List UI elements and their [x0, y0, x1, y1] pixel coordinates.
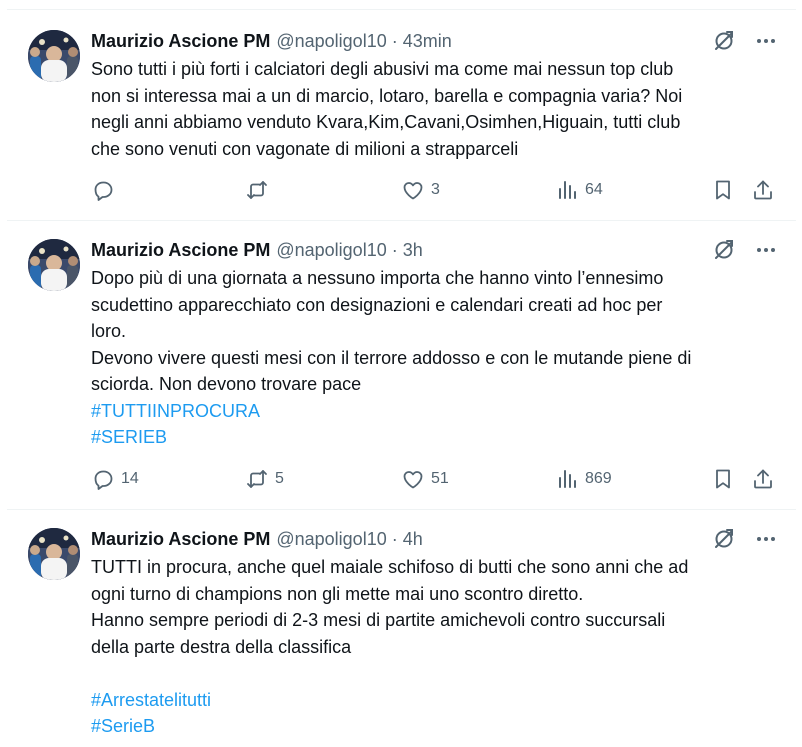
share-button[interactable]	[751, 177, 775, 203]
tweet-text-line: TUTTI in procura, anche quel maiale schi…	[91, 557, 689, 577]
reply-icon	[94, 470, 113, 490]
tweet-header: Maurizio Ascione PM @napoligol10 · 43min	[91, 29, 778, 53]
tweet-text: Sono tutti i più forti i calciatori degl…	[91, 56, 778, 162]
bookmark-button[interactable]	[711, 177, 735, 203]
header-icons	[712, 238, 778, 262]
tweet-text-line: negli anni abbiamo venduto Kvara,Kim,Cav…	[91, 112, 681, 132]
tweet-text-line: ogni turno di champions non gli mette ma…	[91, 583, 584, 604]
views-button[interactable]: 869	[555, 466, 612, 492]
grok-slash-icon[interactable]	[712, 238, 736, 262]
share-icon	[754, 469, 772, 489]
tweet[interactable]: Maurizio Ascione PM @napoligol10 · 3h Do…	[7, 221, 796, 510]
hashtag-link[interactable]: #Arrestatelitutti	[91, 687, 778, 714]
like-icon	[403, 182, 423, 200]
tweet-header: Maurizio Ascione PM @napoligol10 · 4h	[91, 527, 778, 551]
avatar[interactable]	[28, 30, 80, 82]
share-icon	[754, 180, 772, 200]
like-count: 51	[431, 470, 449, 487]
repost-button[interactable]	[245, 177, 275, 203]
reply-count: 14	[121, 470, 139, 487]
tweet-header: Maurizio Ascione PM @napoligol10 · 3h	[91, 238, 778, 262]
repost-count: 5	[275, 470, 284, 487]
grok-slash-icon[interactable]	[712, 527, 736, 551]
tweet-text-line: della parte destra della classifica	[91, 636, 352, 657]
like-button[interactable]: 3	[401, 177, 440, 203]
bookmark-icon	[716, 469, 730, 489]
like-icon	[403, 471, 423, 489]
header-icons	[712, 29, 778, 53]
more-icon[interactable]	[754, 527, 778, 551]
separator-dot: ·	[391, 31, 398, 51]
views-icon	[559, 181, 576, 199]
grok-slash-icon[interactable]	[712, 29, 736, 53]
author-handle[interactable]: @napoligol10	[276, 527, 386, 551]
reply-button[interactable]: 14	[91, 466, 139, 492]
author-name[interactable]: Maurizio Ascione PM	[91, 238, 270, 262]
share-button[interactable]	[751, 466, 775, 492]
tweet-text-line: non si interessa mai a un di marcio, lot…	[91, 85, 683, 106]
action-bar: 3 64	[91, 177, 778, 203]
hashtag-link[interactable]: #SerieB	[91, 713, 778, 740]
avatar[interactable]	[28, 528, 80, 580]
views-count: 64	[585, 181, 603, 198]
repost-icon	[247, 470, 267, 488]
more-icon[interactable]	[754, 29, 778, 53]
tweet-text-line: Devono vivere questi mesi con il terrore…	[91, 347, 692, 368]
hashtag-link[interactable]: #SERIEB	[91, 424, 778, 451]
tweet-text-line: Hanno sempre periodi di 2-3 mesi di part…	[91, 610, 666, 630]
previous-tweet-edge	[7, 0, 796, 10]
tweet-text: Dopo più di una giornata a nessuno impor…	[91, 265, 778, 451]
hashtag-link[interactable]: #TUTTIINPROCURA	[91, 398, 778, 425]
separator-dot: ·	[391, 240, 398, 260]
action-bar: 14 5 51 869	[91, 466, 778, 492]
tweet-text-line: sciorda. Non devono trovare pace	[91, 374, 362, 394]
like-button[interactable]: 51	[401, 466, 449, 492]
tweet[interactable]: Maurizio Ascione PM @napoligol10 · 4h TU…	[7, 510, 796, 747]
more-icon[interactable]	[754, 238, 778, 262]
reply-icon	[94, 181, 113, 201]
author-handle[interactable]: @napoligol10	[276, 238, 386, 262]
timestamp[interactable]: 4h	[403, 527, 423, 551]
separator-dot: ·	[391, 529, 398, 549]
author-name[interactable]: Maurizio Ascione PM	[91, 527, 270, 551]
author-handle[interactable]: @napoligol10	[276, 29, 386, 53]
timestamp[interactable]: 43min	[403, 29, 452, 53]
repost-icon	[247, 181, 267, 199]
avatar[interactable]	[28, 239, 80, 291]
tweet-text-line: scudettino apparecchiato con designazion…	[91, 294, 663, 315]
timeline-feed: Maurizio Ascione PM @napoligol10 · 43min	[0, 0, 802, 747]
tweet-text-line: Dopo più di una giornata a nessuno impor…	[91, 268, 664, 288]
timestamp[interactable]: 3h	[403, 238, 423, 262]
author-name[interactable]: Maurizio Ascione PM	[91, 29, 270, 53]
tweet-text: TUTTI in procura, anche quel maiale schi…	[91, 554, 778, 740]
views-count: 869	[585, 470, 612, 487]
header-icons	[712, 527, 778, 551]
tweet-text-line: Sono tutti i più forti i calciatori degl…	[91, 59, 674, 79]
tweet[interactable]: Maurizio Ascione PM @napoligol10 · 43min	[7, 12, 796, 221]
views-button[interactable]: 64	[555, 177, 603, 203]
bookmark-icon	[716, 180, 730, 200]
tweet-text-line: che sono venuti con vagonate di milioni …	[91, 138, 519, 159]
like-count: 3	[431, 181, 440, 198]
repost-button[interactable]: 5	[245, 466, 284, 492]
views-icon	[559, 470, 576, 488]
bookmark-button[interactable]	[711, 466, 735, 492]
reply-button[interactable]	[91, 177, 121, 203]
tweet-text-line: loro.	[91, 321, 127, 341]
